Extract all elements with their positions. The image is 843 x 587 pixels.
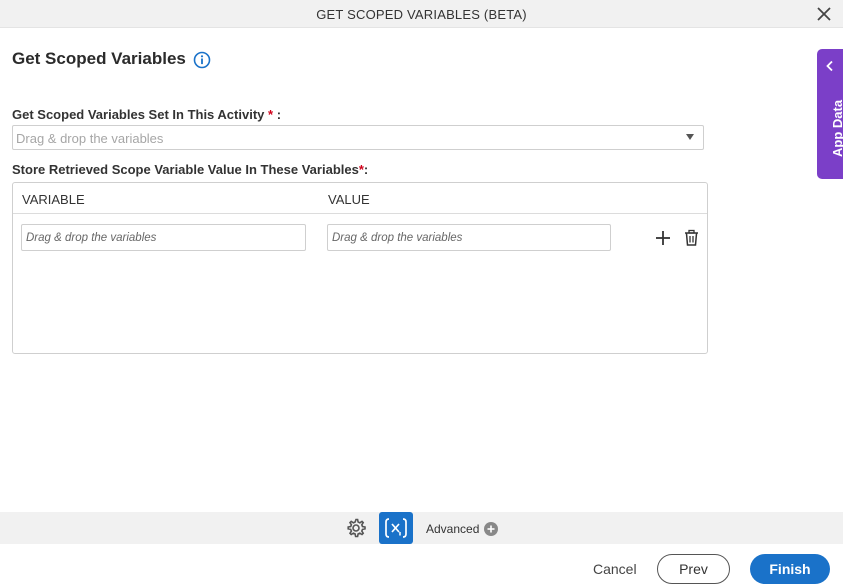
close-icon[interactable] — [815, 5, 833, 23]
value-placeholder: Drag & drop the variables — [332, 232, 463, 244]
variable-drop-field[interactable]: Drag & drop the variables — [21, 224, 306, 251]
plus-circle-icon[interactable] — [484, 522, 498, 536]
chevron-left-icon — [826, 60, 833, 72]
store-label-text: Store Retrieved Scope Variable Value In … — [12, 162, 359, 177]
cancel-button[interactable]: Cancel — [593, 561, 637, 577]
function-x-icon — [385, 518, 407, 538]
prev-button[interactable]: Prev — [657, 554, 730, 584]
app-data-panel-toggle[interactable]: App Data — [817, 49, 843, 179]
variable-function-button[interactable] — [379, 512, 413, 544]
finish-button[interactable]: Finish — [750, 554, 830, 584]
gear-icon[interactable] — [345, 517, 367, 539]
dropdown-placeholder: Drag & drop the variables — [16, 131, 164, 146]
label-suffix: : — [273, 107, 282, 122]
variable-placeholder: Drag & drop the variables — [26, 232, 157, 244]
app-data-label: App Data — [830, 99, 843, 157]
page-title: Get Scoped Variables — [12, 49, 186, 68]
window-title: GET SCOPED VARIABLES (BETA) — [316, 7, 527, 22]
variable-mapping-table: VARIABLE VALUE Drag & drop the variables… — [12, 182, 708, 354]
advanced-label: Advanced — [426, 522, 480, 536]
trash-icon[interactable] — [683, 229, 700, 247]
caret-down-icon[interactable] — [686, 134, 694, 140]
info-icon[interactable] — [193, 51, 211, 69]
add-row-icon[interactable] — [654, 229, 672, 247]
store-variables-label: Store Retrieved Scope Variable Value In … — [12, 162, 368, 177]
scoped-set-label: Get Scoped Variables Set In This Activit… — [12, 107, 281, 122]
scoped-variables-dropdown[interactable]: Drag & drop the variables — [12, 125, 704, 150]
scoped-set-label-text: Get Scoped Variables Set In This Activit… — [12, 107, 265, 122]
label-suffix: : — [363, 162, 369, 177]
table-header: VARIABLE VALUE — [13, 183, 707, 214]
column-header-value: VALUE — [328, 192, 370, 207]
title-bar: GET SCOPED VARIABLES (BETA) — [0, 0, 843, 28]
bottom-toolbar: Advanced — [0, 512, 843, 544]
column-header-variable: VARIABLE — [22, 192, 85, 207]
value-drop-field[interactable]: Drag & drop the variables — [327, 224, 611, 251]
